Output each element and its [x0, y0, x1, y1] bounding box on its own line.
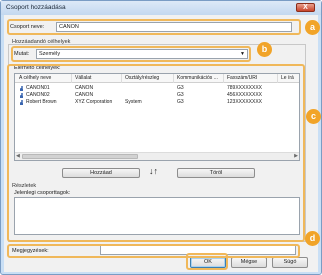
callout-badge-c: c [306, 109, 321, 124]
callout-frame-b [11, 46, 251, 62]
callout-badge-d: d [305, 231, 320, 246]
help-button[interactable]: Súgó [272, 257, 308, 268]
dialog-window: Csoport hozzáadása X Csoport neve: CANON… [0, 0, 322, 275]
cancel-button[interactable]: Mégse [231, 257, 267, 268]
callout-frame-d [7, 244, 300, 258]
dialog-title: Csoport hozzáadása [6, 4, 66, 11]
callout-frame-ok [186, 253, 228, 270]
callout-badge-b: b [257, 42, 272, 57]
close-button[interactable]: X [296, 3, 315, 12]
callout-frame-c [7, 64, 305, 242]
callout-frame-a [7, 19, 301, 35]
title-bar: Csoport hozzáadása X [1, 1, 321, 15]
callout-badge-a: a [305, 20, 320, 35]
